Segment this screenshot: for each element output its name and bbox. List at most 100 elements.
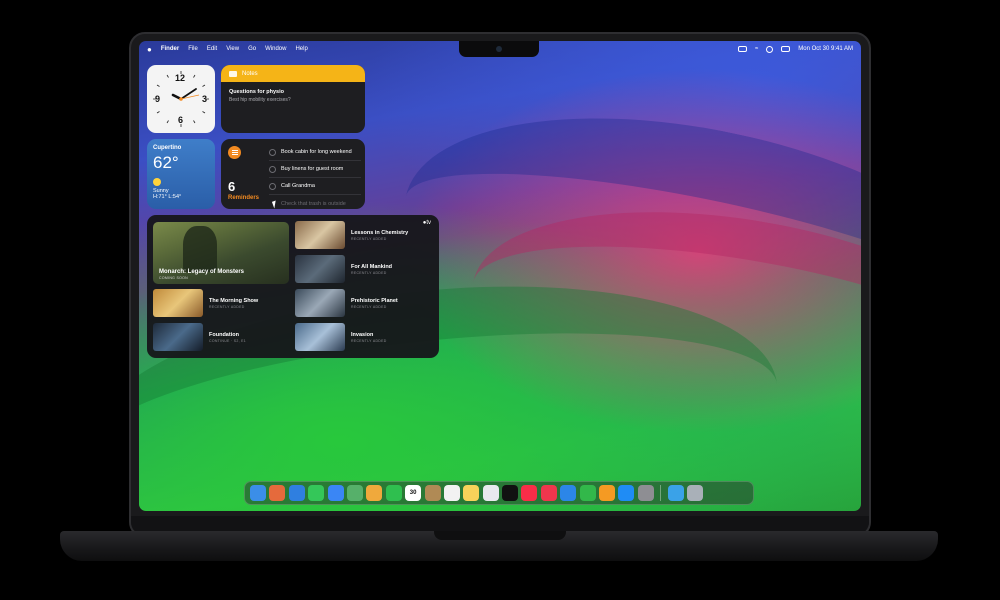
news-icon[interactable] xyxy=(540,485,557,501)
trash-icon[interactable] xyxy=(686,485,703,501)
note-title: Questions for physio xyxy=(229,89,285,95)
music-icon[interactable] xyxy=(521,485,538,501)
freeform-icon[interactable] xyxy=(482,485,499,501)
show-title: Invasion xyxy=(351,331,374,338)
menu-edit[interactable]: Edit xyxy=(207,46,217,52)
menu-view[interactable]: View xyxy=(226,46,239,52)
show-status: RECENTLY ADDED xyxy=(351,304,387,309)
show-thumbnail xyxy=(295,255,345,283)
contacts-icon[interactable] xyxy=(424,485,441,501)
tv-show-item[interactable]: For All Mankind RECENTLY ADDED xyxy=(295,254,392,284)
pages-icon[interactable] xyxy=(599,485,616,501)
battery-icon[interactable] xyxy=(738,46,747,52)
reminder-item[interactable]: Book cabin for long weekend xyxy=(269,144,361,161)
show-thumbnail xyxy=(295,323,345,351)
safari-icon[interactable] xyxy=(288,485,305,501)
spotlight-icon[interactable] xyxy=(766,45,774,53)
tv-show-item[interactable]: Lessons in Chemistry RECENTLY ADDED xyxy=(295,220,408,250)
featured-title: Monarch: Legacy of Monsters xyxy=(159,269,245,275)
checkbox-icon[interactable] xyxy=(269,182,276,190)
show-status: RECENTLY ADDED xyxy=(351,338,387,343)
camera-icon xyxy=(496,46,502,52)
mail-icon[interactable] xyxy=(327,485,344,501)
photos-icon[interactable] xyxy=(366,485,383,501)
tv-show-item[interactable]: Invasion RECENTLY ADDED xyxy=(295,322,387,352)
weather-city: Cupertino xyxy=(153,145,182,151)
featured-subtitle: COMING SOON xyxy=(159,276,188,280)
system-settings-icon[interactable] xyxy=(637,485,654,501)
reminders-icon[interactable] xyxy=(443,485,460,501)
show-title: Foundation xyxy=(209,331,239,338)
reminder-text: Book cabin for long weekend xyxy=(281,149,352,155)
tv-show-item[interactable]: Prehistoric Planet RECENTLY ADDED xyxy=(295,288,398,318)
menu-go[interactable]: Go xyxy=(248,46,256,52)
reminder-item[interactable]: Check that trash is outside xyxy=(269,195,361,209)
reminder-item[interactable]: Call Grandma xyxy=(269,178,361,195)
keynote-icon[interactable] xyxy=(560,485,577,501)
reminders-widget[interactable]: 6 Reminders Book cabin for long weekend … xyxy=(221,139,365,209)
launchpad-icon[interactable] xyxy=(269,485,286,501)
folder-icon xyxy=(229,70,237,77)
app-store-icon[interactable] xyxy=(618,485,635,501)
downloads-folder-icon[interactable] xyxy=(667,485,684,501)
clock-widget[interactable]: 12 3 6 9 xyxy=(147,65,215,133)
sun-icon xyxy=(153,178,161,186)
menu-help[interactable]: Help xyxy=(295,46,307,52)
note-preview: Best hip mobility exercises? xyxy=(229,97,291,103)
finder-icon[interactable] xyxy=(250,485,266,501)
weather-widget[interactable]: Cupertino 62° Sunny H:71° L:54° xyxy=(147,139,215,209)
apple-tv-logo-icon: ●tv xyxy=(422,220,431,226)
show-thumbnail xyxy=(153,289,203,317)
numbers-icon[interactable] xyxy=(579,485,596,501)
reminder-text: Call Grandma xyxy=(281,183,315,189)
clock-number-9: 9 xyxy=(155,94,161,104)
show-thumbnail xyxy=(153,323,203,351)
laptop-lip xyxy=(434,531,566,540)
tv-icon[interactable] xyxy=(502,485,519,501)
desktop-screen: ● Finder File Edit View Go Window Help ≈… xyxy=(139,41,861,511)
show-title: Prehistoric Planet xyxy=(351,297,398,304)
tv-widget[interactable]: ●tv Monarch: Legacy of Monsters COMING S… xyxy=(147,215,439,358)
menu-finder[interactable]: Finder xyxy=(161,46,179,52)
tv-logo-text: tv xyxy=(426,220,431,226)
reminders-count: 6 xyxy=(228,179,236,194)
reminders-list-icon xyxy=(228,146,241,159)
clock-number-6: 6 xyxy=(178,115,184,125)
menu-file[interactable]: File xyxy=(188,46,198,52)
show-title: For All Mankind xyxy=(351,263,393,270)
show-status: RECENTLY ADDED xyxy=(209,304,245,309)
show-thumbnail xyxy=(295,289,345,317)
show-title: The Morning Show xyxy=(209,297,259,304)
reminder-item[interactable]: Buy linens for guest room xyxy=(269,161,361,178)
tv-show-item[interactable]: The Morning Show RECENTLY ADDED xyxy=(153,288,258,318)
facetime-icon[interactable] xyxy=(385,485,402,501)
checkbox-icon[interactable] xyxy=(269,148,276,156)
notes-widget[interactable]: Notes Questions for physio Best hip mobi… xyxy=(221,65,365,133)
show-status: CONTINUE · S2, E1 xyxy=(209,338,246,343)
tv-show-item[interactable]: Foundation CONTINUE · S2, E1 xyxy=(153,322,246,352)
calendar-day: 30 xyxy=(409,490,417,496)
featured-show[interactable]: Monarch: Legacy of Monsters COMING SOON xyxy=(153,222,289,284)
apple-menu-icon[interactable]: ● xyxy=(147,45,152,54)
clock-number-3: 3 xyxy=(202,94,208,104)
menu-clock[interactable]: Mon Oct 30 9:41 AM xyxy=(798,46,853,52)
control-center-icon[interactable] xyxy=(781,46,791,52)
notes-header-label: Notes xyxy=(242,70,258,77)
calendar-icon[interactable]: 30 xyxy=(405,485,422,501)
reminders-list: Book cabin for long weekend Buy linens f… xyxy=(269,144,361,209)
checkbox-icon[interactable] xyxy=(269,165,276,173)
menu-window[interactable]: Window xyxy=(265,46,286,52)
wifi-icon[interactable]: ≈ xyxy=(755,46,758,52)
reminders-label: Reminders xyxy=(228,195,260,201)
notes-icon[interactable] xyxy=(463,485,480,501)
messages-icon[interactable] xyxy=(308,485,325,501)
show-thumbnail xyxy=(295,221,345,249)
show-title: Lessons in Chemistry xyxy=(351,229,409,236)
reminder-text: Check that trash is outside xyxy=(281,200,346,207)
dock: 30 xyxy=(244,481,754,505)
notes-header: Notes xyxy=(221,65,365,82)
reminder-text: Buy linens for guest room xyxy=(281,166,344,172)
note-item[interactable]: Questions for physio Best hip mobility e… xyxy=(221,82,365,110)
camera-notch xyxy=(459,41,539,57)
maps-icon[interactable] xyxy=(346,485,363,501)
